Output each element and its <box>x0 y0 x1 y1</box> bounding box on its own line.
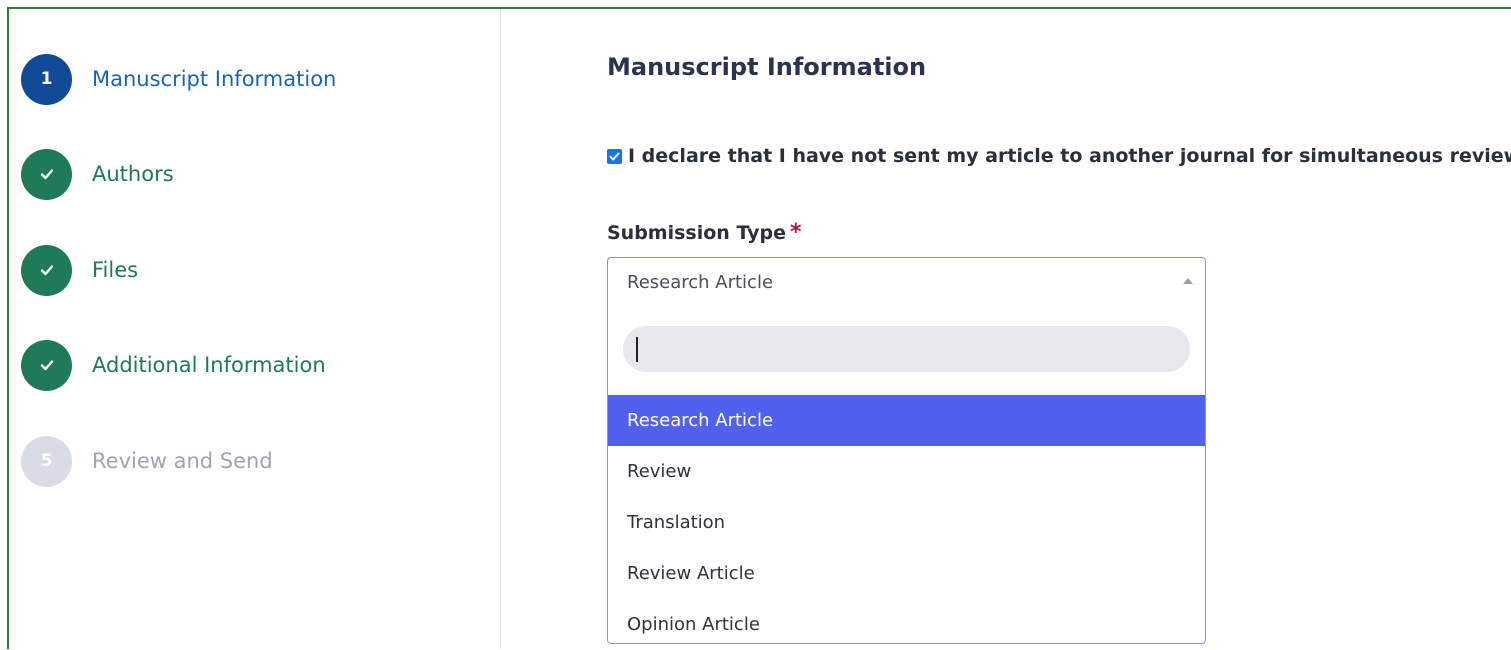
declaration-checkbox[interactable] <box>607 148 622 164</box>
step-number-badge: 5 <box>21 435 72 487</box>
submission-type-label-text: Submission Type <box>607 222 787 244</box>
checkmark-icon <box>21 244 72 296</box>
step-review-and-send[interactable]: 5 Review and Send <box>21 435 273 487</box>
submission-type-dropdown: Research Article Review Translation Revi… <box>607 310 1206 644</box>
step-number: 5 <box>40 451 53 471</box>
step-number-badge: 1 <box>21 53 72 105</box>
step-authors[interactable]: Authors <box>21 148 174 200</box>
step-label: Review and Send <box>92 449 273 473</box>
page-title: Manuscript Information <box>607 53 927 81</box>
option-review-article[interactable]: Review Article <box>608 548 1205 599</box>
step-files[interactable]: Files <box>21 244 138 296</box>
text-cursor <box>636 337 638 362</box>
caret-up-icon <box>1183 278 1193 284</box>
step-number: 1 <box>40 69 53 89</box>
select-current-value: Research Article <box>627 272 774 293</box>
declaration-row: I declare that I have not sent my articl… <box>607 145 1511 167</box>
step-additional-information[interactable]: Additional Information <box>21 339 326 391</box>
stepper-sidebar: 1 Manuscript Information Authors Files A… <box>9 9 501 649</box>
step-label: Manuscript Information <box>92 67 337 91</box>
option-research-article[interactable]: Research Article <box>608 395 1205 446</box>
option-opinion-article[interactable]: Opinion Article <box>608 599 1205 650</box>
checkmark-icon <box>21 339 72 391</box>
step-label: Files <box>92 258 139 282</box>
step-label: Authors <box>92 162 174 186</box>
main-content: Manuscript Information I declare that I … <box>502 9 1511 649</box>
submission-type-label: Submission Type * <box>607 220 802 245</box>
dropdown-search-input[interactable] <box>623 326 1190 372</box>
option-translation[interactable]: Translation <box>608 497 1205 548</box>
option-review[interactable]: Review <box>608 446 1205 497</box>
checkmark-icon <box>21 148 72 200</box>
required-asterisk: * <box>790 220 802 245</box>
checkbox-checked-icon <box>609 152 620 160</box>
step-manuscript-information[interactable]: 1 Manuscript Information <box>21 53 336 105</box>
submission-type-select[interactable]: Research Article <box>607 257 1206 311</box>
declaration-text: I declare that I have not sent my articl… <box>628 145 1511 167</box>
step-label: Additional Information <box>92 353 326 377</box>
